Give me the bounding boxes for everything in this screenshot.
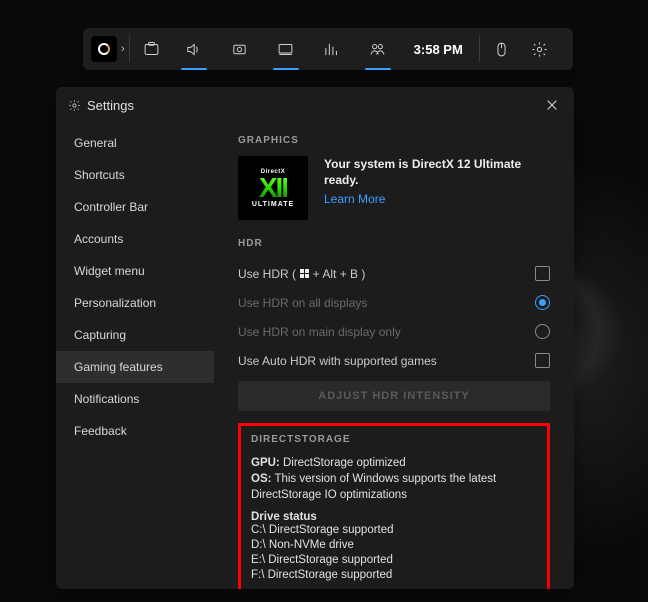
auto-hdr-label: Use Auto HDR with supported games bbox=[238, 354, 437, 368]
use-hdr-checkbox[interactable] bbox=[535, 266, 550, 281]
ds-os-line: OS: This version of Windows supports the… bbox=[251, 471, 537, 503]
sidebar-item-feedback[interactable]: Feedback bbox=[56, 415, 214, 447]
sidebar-item-widget-menu[interactable]: Widget menu bbox=[56, 255, 214, 287]
directx-ultimate-badge: DirectX XII ULTIMATE bbox=[238, 156, 308, 220]
drive-row: C:\ DirectStorage supported bbox=[251, 523, 537, 538]
sidebar-item-accounts[interactable]: Accounts bbox=[56, 223, 214, 255]
gear-icon bbox=[68, 99, 81, 112]
auto-hdr-checkbox[interactable] bbox=[535, 353, 550, 368]
close-button[interactable] bbox=[542, 95, 562, 115]
active-app-thumbnail[interactable]: › bbox=[87, 28, 125, 70]
performance-icon[interactable] bbox=[264, 28, 308, 70]
sidebar-item-shortcuts[interactable]: Shortcuts bbox=[56, 159, 214, 191]
mouse-icon[interactable] bbox=[484, 28, 520, 70]
xbox-social-icon[interactable] bbox=[356, 28, 400, 70]
settings-content: GRAPHICS DirectX XII ULTIMATE Your syste… bbox=[214, 123, 574, 589]
hdr-main-only-row: Use HDR on main display only bbox=[238, 317, 550, 346]
ds-gpu-line: GPU: DirectStorage optimized bbox=[251, 455, 537, 471]
hdr-all-displays-row: Use HDR on all displays bbox=[238, 288, 550, 317]
learn-more-link[interactable]: Learn More bbox=[324, 192, 550, 206]
hdr-heading: HDR bbox=[238, 238, 550, 249]
auto-hdr-row: Use Auto HDR with supported games bbox=[238, 346, 550, 375]
use-hdr-row: Use HDR ( + Alt + B ) bbox=[238, 259, 550, 288]
settings-sidebar: General Shortcuts Controller Bar Account… bbox=[56, 123, 214, 589]
drive-status-list: C:\ DirectStorage supported D:\ Non-NVMe… bbox=[251, 523, 537, 583]
xbox-game-bar: › 3:58 PM bbox=[83, 28, 573, 70]
clock: 3:58 PM bbox=[402, 28, 475, 70]
window-title: Settings bbox=[87, 98, 134, 113]
drive-row: E:\ DirectStorage supported bbox=[251, 553, 537, 568]
sidebar-item-general[interactable]: General bbox=[56, 127, 214, 159]
drive-status-heading: Drive status bbox=[251, 511, 537, 523]
windows-key-icon bbox=[299, 269, 309, 279]
settings-window: Settings General Shortcuts Controller Ba… bbox=[56, 87, 574, 589]
settings-gear-icon[interactable] bbox=[522, 28, 558, 70]
resources-icon[interactable] bbox=[310, 28, 354, 70]
sidebar-item-personalization[interactable]: Personalization bbox=[56, 287, 214, 319]
sidebar-item-capturing[interactable]: Capturing bbox=[56, 319, 214, 351]
audio-icon[interactable] bbox=[172, 28, 216, 70]
drive-row: F:\ DirectStorage supported bbox=[251, 568, 537, 583]
hdr-main-only-label: Use HDR on main display only bbox=[238, 325, 401, 339]
graphics-heading: GRAPHICS bbox=[238, 135, 550, 146]
capture-icon[interactable] bbox=[218, 28, 262, 70]
directstorage-callout: DIRECTSTORAGE GPU: DirectStorage optimiz… bbox=[238, 423, 550, 589]
sidebar-item-controller-bar[interactable]: Controller Bar bbox=[56, 191, 214, 223]
use-hdr-label: Use HDR ( + Alt + B ) bbox=[238, 267, 365, 281]
sidebar-item-gaming-features[interactable]: Gaming features bbox=[56, 351, 214, 383]
divider bbox=[129, 36, 130, 62]
hdr-main-only-radio[interactable] bbox=[535, 324, 550, 339]
adjust-hdr-button: ADJUST HDR INTENSITY bbox=[238, 381, 550, 411]
hdr-all-displays-radio[interactable] bbox=[535, 295, 550, 310]
sidebar-item-notifications[interactable]: Notifications bbox=[56, 383, 214, 415]
close-icon bbox=[545, 98, 559, 112]
hdr-all-displays-label: Use HDR on all displays bbox=[238, 296, 367, 310]
chevron-right-icon: › bbox=[121, 43, 125, 55]
divider bbox=[479, 36, 480, 62]
window-titlebar: Settings bbox=[56, 87, 574, 123]
dx12-ready-text: Your system is DirectX 12 Ultimate ready… bbox=[324, 156, 550, 188]
screenshot-icon[interactable] bbox=[134, 28, 170, 70]
drive-row: D:\ Non-NVMe drive bbox=[251, 538, 537, 553]
directstorage-heading: DIRECTSTORAGE bbox=[251, 434, 537, 445]
